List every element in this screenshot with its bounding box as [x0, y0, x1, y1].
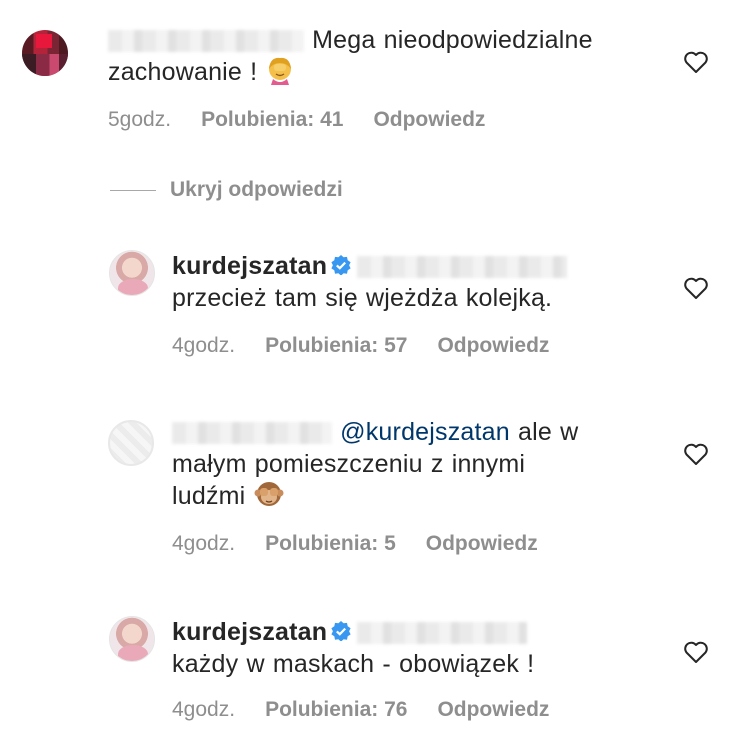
blurred-mention[interactable]: [357, 622, 528, 645]
comment-1: Mega nieodpowiedzialne zachowanie ! 5god…: [0, 0, 750, 160]
comment-text: Mega nieodpowiedzialne zachowanie !: [108, 24, 648, 88]
reply-text-line3: ludźmi: [172, 482, 246, 510]
reply-text: kurdejszatan każdy w maskach - obowiązek…: [172, 616, 642, 680]
avatar[interactable]: [22, 30, 68, 76]
verified-badge-icon: [331, 255, 351, 276]
likes-count[interactable]: Polubienia: 76: [265, 698, 407, 721]
reply-meta: 4godz. Polubienia: 5 Odpowiedz: [172, 532, 568, 556]
likes-count[interactable]: Polubienia: 57: [265, 334, 407, 357]
comment-time: 5godz.: [108, 108, 172, 131]
hide-replies-toggle[interactable]: Ukryj odpowiedzi: [110, 178, 343, 202]
verified-badge-icon: [331, 621, 351, 642]
reply-meta: 4godz. Polubienia: 76 Odpowiedz: [172, 698, 579, 722]
like-heart-icon[interactable]: [683, 640, 709, 664]
comment-text-line1: Mega nieodpowiedzialne: [312, 26, 593, 54]
avatar[interactable]: [109, 616, 155, 662]
reply-text-line1: ale w: [518, 418, 579, 446]
hide-replies-label: Ukryj odpowiedzi: [170, 178, 343, 201]
reply-text-line2: małym pomieszczeniu z innymi: [172, 450, 526, 478]
comment-meta: 5godz. Polubienia: 41 Odpowiedz: [108, 108, 515, 132]
like-heart-icon[interactable]: [683, 442, 709, 466]
reply-time: 4godz.: [172, 334, 236, 357]
avatar[interactable]: [108, 420, 154, 466]
username-link[interactable]: kurdejszatan: [172, 618, 327, 646]
reply-text-line: przecież tam się wjeżdża kolejką.: [172, 284, 553, 312]
reply-text: kurdejszatan przecież tam się wjeżdża ko…: [172, 250, 642, 314]
blurred-username[interactable]: [108, 30, 304, 53]
comment-text-line2: zachowanie !: [108, 58, 258, 86]
reply-meta: 4godz. Polubienia: 57 Odpowiedz: [172, 334, 579, 358]
likes-count[interactable]: Polubienia: 5: [265, 532, 396, 555]
reply-3: kurdejszatan każdy w maskach - obowiązek…: [0, 606, 750, 746]
blurred-mention[interactable]: [357, 256, 568, 279]
mention-link[interactable]: @kurdejszatan: [340, 418, 510, 446]
likes-count[interactable]: Polubienia: 41: [201, 108, 343, 131]
reply-button[interactable]: Odpowiedz: [437, 334, 549, 357]
reply-button[interactable]: Odpowiedz: [426, 532, 538, 555]
reply-time: 4godz.: [172, 532, 236, 555]
woman-facepalming-icon: [269, 58, 292, 86]
reply-time: 4godz.: [172, 698, 236, 721]
see-no-evil-monkey-icon: [254, 482, 284, 507]
reply-2: @kurdejszatan ale w małym pomieszczeniu …: [0, 410, 750, 570]
like-heart-icon[interactable]: [683, 50, 709, 74]
username-link[interactable]: kurdejszatan: [172, 252, 327, 280]
like-heart-icon[interactable]: [683, 276, 709, 300]
divider-line: [110, 189, 156, 191]
reply-button[interactable]: Odpowiedz: [373, 108, 485, 131]
avatar[interactable]: [109, 250, 155, 296]
reply-1: kurdejszatan przecież tam się wjeżdża ko…: [0, 240, 750, 370]
reply-text-line: każdy w maskach - obowiązek !: [172, 650, 535, 678]
reply-button[interactable]: Odpowiedz: [437, 698, 549, 721]
blurred-username[interactable]: [172, 422, 332, 445]
reply-text: @kurdejszatan ale w małym pomieszczeniu …: [172, 416, 652, 512]
